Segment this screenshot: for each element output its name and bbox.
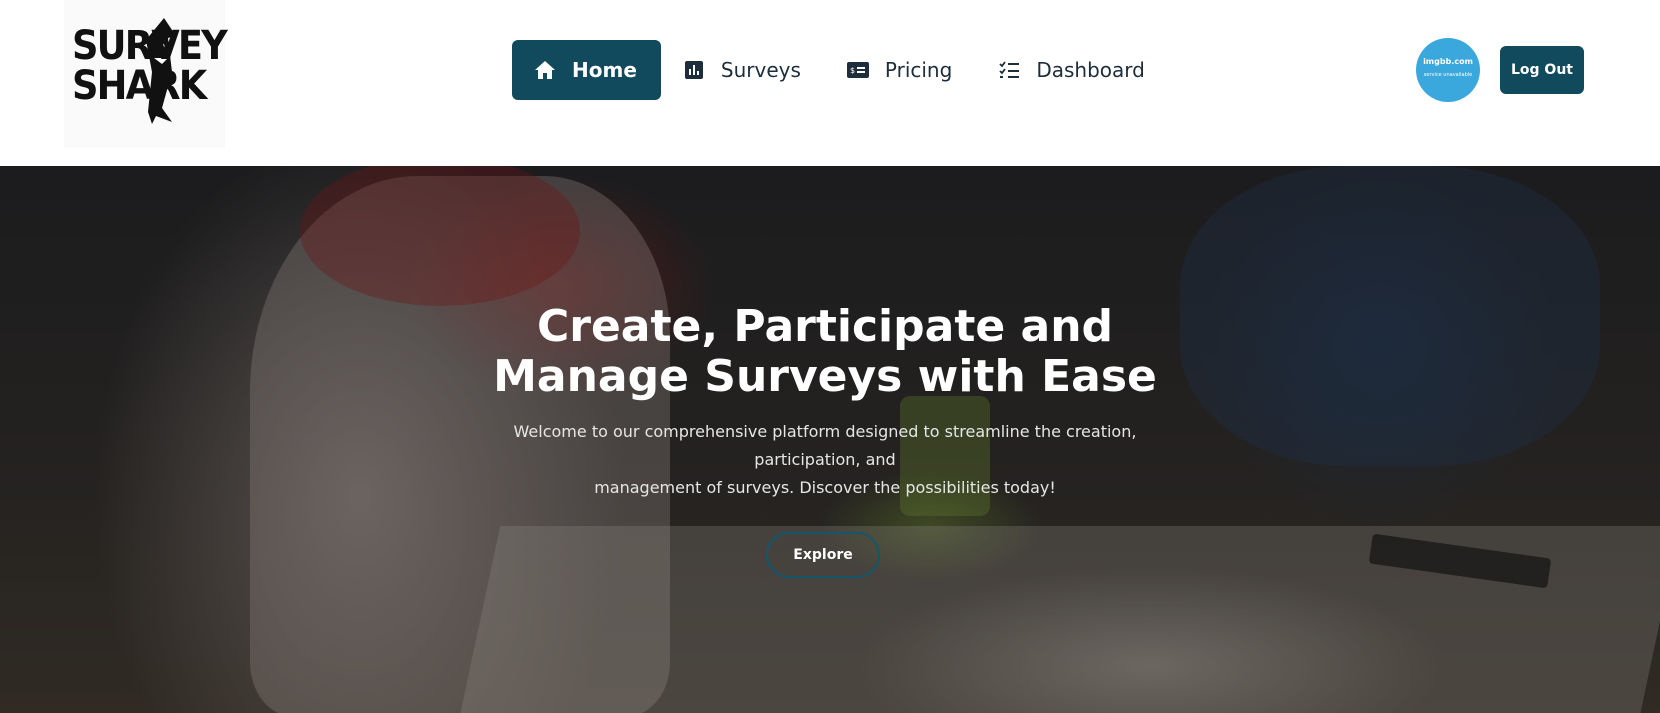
checklist-icon	[998, 59, 1020, 81]
hero-subtitle-line-3: management of surveys. Discover the poss…	[594, 478, 1056, 497]
hero-title-line-2: Manage Surveys with Ease	[493, 351, 1157, 402]
logo-line-1: SURVEY	[72, 23, 228, 69]
home-icon	[534, 59, 556, 81]
user-avatar[interactable]: imgbb.com service unavailable	[1416, 38, 1480, 102]
nav-label-home: Home	[572, 58, 637, 82]
hero-section: Create, Participate and Manage Surveys w…	[0, 166, 1660, 713]
avatar-subtext: service unavailable	[1423, 72, 1473, 78]
nav-label-surveys: Surveys	[720, 58, 801, 82]
nav-label-pricing: Pricing	[884, 58, 953, 82]
hero-title-line-1: Create, Participate and	[536, 301, 1114, 352]
site-header: SURVEY SHARK Home Surveys $ Pricing Dash…	[0, 0, 1660, 166]
nav-item-pricing[interactable]: $ Pricing	[825, 40, 976, 100]
hero-subtitle: Welcome to our comprehensive platform de…	[500, 418, 1150, 502]
hero-subtitle-line-2: participation, and	[754, 450, 896, 469]
nav-item-dashboard[interactable]: Dashboard	[976, 40, 1169, 100]
logo-line-2: SHARK	[72, 63, 207, 109]
svg-text:$: $	[850, 66, 855, 75]
avatar-text: imgbb.com	[1423, 57, 1473, 66]
nav-item-home[interactable]: Home	[512, 40, 661, 100]
bar-chart-icon	[683, 59, 705, 81]
explore-button[interactable]: Explore	[766, 532, 880, 578]
nav-label-dashboard: Dashboard	[1036, 58, 1145, 82]
hero-subtitle-line-1: Welcome to our comprehensive platform de…	[513, 422, 1137, 441]
nav-item-surveys[interactable]: Surveys	[661, 40, 825, 100]
brand-logo[interactable]: SURVEY SHARK	[64, 0, 228, 148]
main-nav: Home Surveys $ Pricing Dashboard	[512, 40, 1169, 100]
money-bill-icon: $	[846, 59, 869, 81]
logout-button[interactable]: Log Out	[1500, 46, 1584, 94]
hero-title: Create, Participate and Manage Surveys w…	[430, 302, 1220, 402]
